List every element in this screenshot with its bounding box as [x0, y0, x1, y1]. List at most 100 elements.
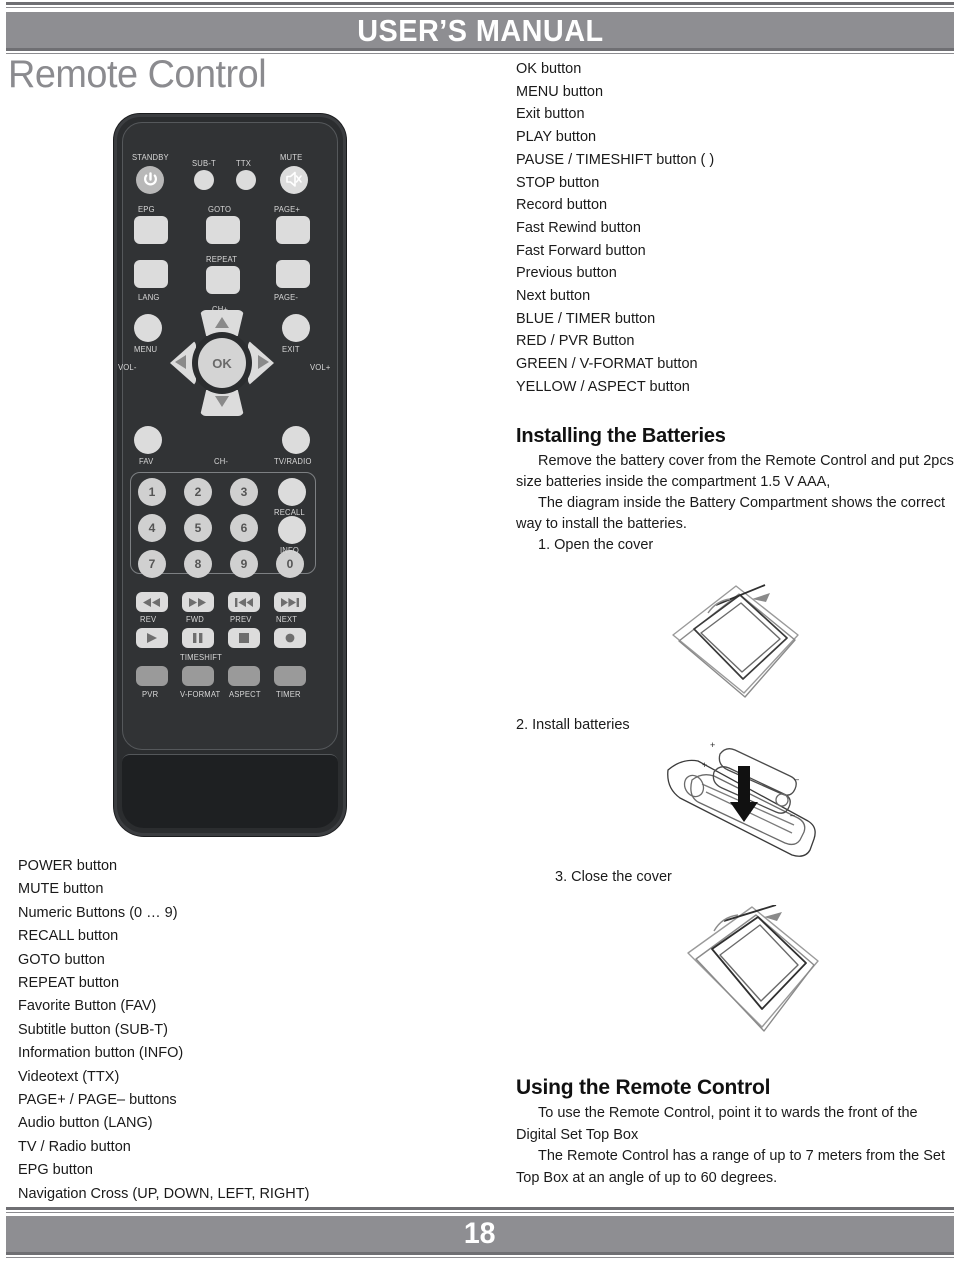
remote-label-pageminus: PAGE- [274, 292, 299, 302]
remote-label-prev: PREV [230, 614, 252, 624]
remote-goto-button[interactable] [206, 216, 240, 244]
remote-label-menu: MENU [134, 344, 158, 354]
remote-label-fwd: FWD [186, 614, 204, 624]
list-item: RECALL button [18, 928, 119, 945]
remote-exit-button[interactable] [282, 314, 310, 342]
list-item: Navigation Cross (UP, DOWN, LEFT, RIGHT) [18, 1185, 310, 1202]
remote-control-illustration: STANDBY SUB-T TTX MUTE EPG GOTO PAGE+ RE… [100, 108, 380, 848]
remote-vformat-button[interactable] [182, 666, 214, 686]
list-item: REPEAT button [18, 975, 120, 992]
remote-num-9[interactable]: 9 [230, 550, 258, 578]
list-item: PLAY button [516, 129, 597, 146]
list-item: Next button [516, 288, 591, 305]
list-item: Audio button (LANG) [18, 1115, 153, 1132]
remote-num-8[interactable]: 8 [184, 550, 212, 578]
power-icon [144, 172, 157, 186]
left-arrow-icon [175, 355, 186, 369]
remote-num-1[interactable]: 1 [138, 478, 166, 506]
list-item: EPG button [18, 1162, 93, 1179]
remote-num-2[interactable]: 2 [184, 478, 212, 506]
remote-label-lang: LANG [138, 292, 160, 302]
remote-repeat-button[interactable] [206, 266, 240, 294]
installing-batteries-heading: Installing the Batteries [516, 425, 726, 447]
remote-label-vformat: V-FORMAT [180, 689, 221, 699]
remote-recall-button[interactable] [278, 478, 306, 506]
remote-ttx-button[interactable] [236, 170, 256, 190]
list-item: Favorite Button (FAV) [18, 998, 157, 1015]
remote-num-4[interactable]: 4 [138, 514, 166, 542]
footer-rule-top [6, 1207, 954, 1213]
footer-banner: 18 [6, 1216, 954, 1252]
remote-label-goto: GOTO [208, 204, 232, 214]
remote-aspect-button[interactable] [228, 666, 260, 686]
installing-batteries-section: Installing the Batteries Remove the batt… [516, 425, 960, 556]
remote-label-timeshift: TIMESHIFT [180, 652, 223, 662]
remote-tvradio-button[interactable] [282, 426, 310, 454]
diagram-open-cover [648, 583, 848, 713]
remote-button-reference-list-left: POWER button MUTE button Numeric Buttons… [18, 855, 448, 1206]
installing-step-1: 1. Open the cover [538, 537, 654, 553]
remote-num-3[interactable]: 3 [230, 478, 258, 506]
list-item: TV / Radio button [18, 1138, 131, 1155]
list-item: OK button [516, 61, 582, 77]
remote-info-button[interactable] [278, 516, 306, 544]
header-rule-top [6, 2, 954, 8]
header-banner: USER’S MANUAL [6, 12, 954, 48]
remote-label-aspect: ASPECT [229, 689, 261, 699]
remote-label-rev: REV [140, 614, 157, 624]
remote-pvr-button[interactable] [136, 666, 168, 686]
list-item: Videotext (TTX) [18, 1068, 120, 1085]
footer-rule-bottom [6, 1252, 954, 1258]
remote-label-pageplus: PAGE+ [274, 204, 301, 214]
right-arrow-icon [258, 355, 269, 369]
remote-num-7[interactable]: 7 [138, 550, 166, 578]
list-item: POWER button [18, 858, 118, 874]
using-remote-paragraph-1: To use the Remote Control, point it to w… [516, 1105, 918, 1143]
diagram-install-batteries: + + – – [658, 726, 868, 866]
list-item: PAGE+ / PAGE– buttons [18, 1092, 177, 1109]
installing-batteries-paragraph-1: Remove the battery cover from the Remote… [516, 453, 954, 490]
remote-label-next: NEXT [276, 614, 298, 624]
list-item: Record button [516, 197, 608, 214]
down-arrow-icon [215, 396, 229, 407]
remote-body: STANDBY SUB-T TTX MUTE EPG GOTO PAGE+ RE… [114, 114, 346, 836]
remote-menu-button[interactable] [134, 314, 162, 342]
list-item: MENU button [516, 83, 604, 100]
play-icon [147, 633, 157, 643]
page-number: 18 [464, 1217, 496, 1250]
list-item: GREEN / V-FORMAT button [516, 356, 698, 373]
manual-title: USER’S MANUAL [356, 12, 604, 48]
remote-label-fav: FAV [139, 456, 154, 466]
list-item: YELLOW / ASPECT button [516, 378, 690, 395]
remote-num-6[interactable]: 6 [230, 514, 258, 542]
remote-label-ttx: TTX [236, 158, 251, 168]
list-item: Subtitle button (SUB-T) [18, 1021, 168, 1038]
remote-ok-button[interactable]: OK [198, 338, 246, 388]
remote-label-volminus: VOL- [118, 362, 137, 372]
list-item: MUTE button [18, 881, 104, 898]
remote-lang-button[interactable] [134, 260, 168, 288]
list-item: Fast Rewind button [516, 219, 641, 236]
remote-timer-button[interactable] [274, 666, 306, 686]
list-item: BLUE / TIMER button [516, 310, 656, 327]
remote-subt-button[interactable] [194, 170, 214, 190]
remote-num-5[interactable]: 5 [184, 514, 212, 542]
installing-step-3: 3. Close the cover [555, 869, 672, 885]
remote-pageminus-button[interactable] [276, 260, 310, 288]
remote-button-reference-list-right: OK button MENU button Exit button PLAY b… [516, 58, 956, 399]
using-remote-heading: Using the Remote Control [516, 1076, 771, 1099]
remote-label-volplus: VOL+ [310, 362, 331, 372]
remote-fav-button[interactable] [134, 426, 162, 454]
remote-epg-button[interactable] [134, 216, 168, 244]
fast-forward-icon [189, 598, 206, 607]
remote-pageplus-button[interactable] [276, 216, 310, 244]
installing-step-2: 2. Install batteries [516, 717, 630, 733]
previous-icon [235, 598, 253, 607]
remote-navigation-cross[interactable]: OK [170, 310, 274, 420]
list-item: Exit button [516, 106, 585, 123]
button-list-left: POWER button MUTE button Numeric Buttons… [18, 855, 448, 1206]
button-list-right: OK button MENU button Exit button PLAY b… [516, 58, 956, 399]
remote-label-pvr: PVR [142, 689, 159, 699]
list-item: Previous button [516, 265, 617, 282]
list-item: STOP button [516, 174, 600, 191]
